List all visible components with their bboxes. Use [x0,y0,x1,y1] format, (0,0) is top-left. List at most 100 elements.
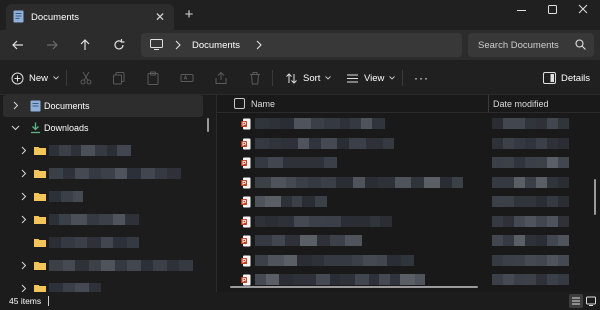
file-row[interactable] [217,231,589,250]
redacted-file-name [255,235,362,246]
cut-icon[interactable] [79,71,93,85]
new-label: New [29,72,49,84]
file-list: Name Date modified [217,95,600,292]
folder-icon [34,170,46,178]
powerpoint-file-icon [241,118,251,130]
sort-icon [286,72,297,84]
column-date-modified[interactable]: Date modified [493,99,549,109]
nav-item-folder[interactable] [0,163,204,185]
sort-label: Sort [303,72,321,84]
chevron-right-icon[interactable] [19,192,28,201]
redacted-file-name [255,215,392,227]
arrow-left-icon[interactable] [7,35,29,55]
file-row[interactable] [217,114,589,133]
view-button[interactable]: View [346,68,396,88]
chevron-right-icon[interactable] [19,284,28,292]
nav-item-folder[interactable] [0,209,204,231]
command-separator [402,70,403,86]
search-input[interactable]: Search Documents [468,33,594,57]
nav-item-downloads[interactable]: Downloads [0,117,204,139]
column-separator[interactable] [488,95,489,112]
arrow-right-icon[interactable] [41,35,63,55]
address-bar[interactable]: Documents [141,33,462,57]
arrow-up-icon[interactable] [74,35,96,55]
file-row[interactable] [217,153,589,172]
plus-icon[interactable]: + [181,7,197,23]
sort-button[interactable]: Sort [285,68,332,88]
breadcrumb-documents[interactable]: Documents [192,40,240,51]
column-header: Name Date modified [217,95,600,113]
redacted-label [49,237,139,248]
chevron-right-icon[interactable] [174,40,182,50]
refresh-icon[interactable] [108,35,130,55]
nav-item-folder[interactable] [0,140,204,162]
folder-icon [34,239,46,247]
copy-icon[interactable] [112,71,126,85]
search-placeholder: Search Documents [478,40,559,51]
file-row[interactable] [217,134,589,153]
file-row[interactable] [217,212,589,231]
details-pane-button[interactable]: Details [543,68,590,88]
redacted-label [49,283,101,292]
command-bar: New Sort View ··· Details [0,60,600,95]
nav-label-downloads: Downloads [44,123,89,133]
details-pane-icon [543,72,556,84]
redacted-date-modified [492,274,569,285]
redacted-date-modified [492,254,569,266]
rename-icon[interactable] [180,71,194,85]
nav-item-folder[interactable] [0,186,204,208]
navigation-pane: Documents Downloads [0,95,213,292]
chevron-right-icon[interactable] [19,146,28,155]
powerpoint-file-icon [241,235,251,247]
powerpoint-file-icon [241,196,251,208]
more-options-button[interactable]: ··· [414,68,429,88]
chevron-right-icon[interactable] [19,261,28,270]
powerpoint-file-icon [241,216,251,227]
chevron-right-icon[interactable] [255,40,263,50]
redacted-label [49,168,181,179]
folder-icon [34,216,46,224]
view-label: View [364,72,385,84]
redacted-file-name [255,176,463,188]
share-icon[interactable] [214,71,228,85]
tab-documents[interactable]: Documents ✕ [6,4,174,30]
chevron-right-icon[interactable] [19,215,28,224]
nav-item-documents[interactable]: Documents [3,95,203,117]
chevron-down-icon[interactable] [11,123,20,132]
chevron-right-icon[interactable] [19,169,28,178]
new-button[interactable]: New [11,68,59,88]
tab-title: Documents [31,12,80,23]
powerpoint-file-icon [241,274,251,286]
status-divider [48,296,49,306]
nav-item-folder[interactable] [0,278,204,292]
nav-item-folder[interactable] [0,255,204,277]
folder-icon [34,193,46,201]
command-separator [66,70,67,86]
nav-label-documents: Documents [44,101,90,111]
column-name[interactable]: Name [251,99,275,109]
nav-item-folder[interactable] [0,232,204,254]
large-icons-view-icon[interactable] [584,294,598,308]
file-row[interactable] [217,192,589,211]
powerpoint-file-icon [241,177,251,188]
vertical-scrollbar[interactable] [594,179,596,215]
folder-icon [34,147,46,155]
chevron-right-icon[interactable] [11,101,20,110]
chevron-down-icon [389,76,396,80]
chevron-down-icon [325,76,332,80]
folder-icon [34,262,46,270]
delete-icon[interactable] [248,71,262,85]
navigation-scrollbar[interactable] [207,118,209,132]
horizontal-scrollbar[interactable] [230,286,478,288]
file-row[interactable] [217,173,589,192]
select-all-checkbox[interactable] [234,98,245,109]
status-bar: 45 items [0,292,600,310]
close-icon[interactable] [566,0,600,22]
redacted-label [49,214,139,225]
title-bar: Documents ✕ + [0,0,600,30]
close-tab-icon[interactable]: ✕ [153,10,167,24]
details-view-icon[interactable] [569,294,583,308]
redacted-date-modified [492,176,569,188]
file-row[interactable] [217,251,589,270]
paste-icon[interactable] [146,71,160,85]
